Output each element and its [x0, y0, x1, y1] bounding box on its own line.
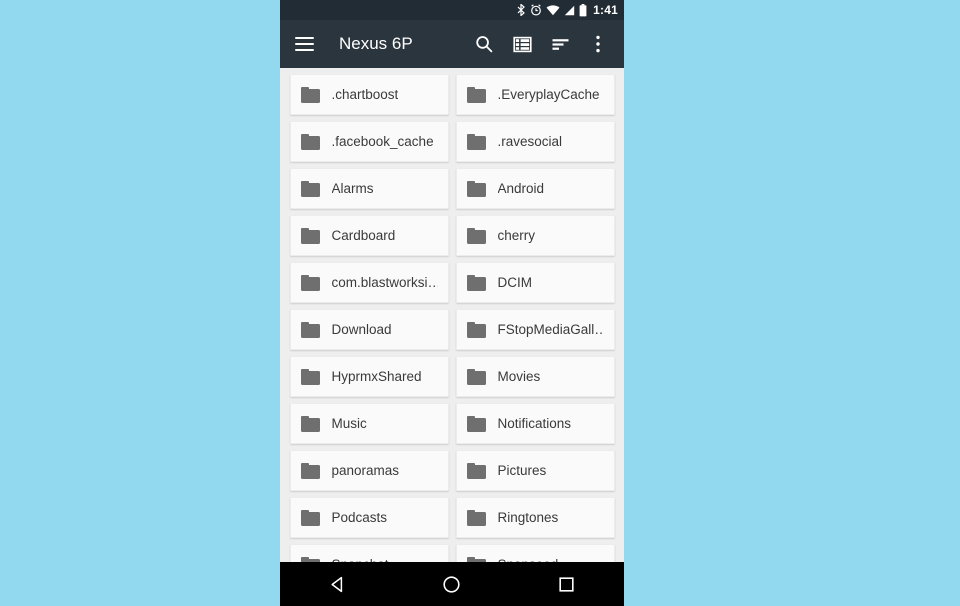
- status-bar: 1:41: [280, 0, 624, 20]
- file-name: .EveryplayCache: [497, 87, 600, 102]
- status-time: 1:41: [593, 3, 618, 17]
- view-list-icon[interactable]: [506, 28, 538, 60]
- file-tile[interactable]: Pictures: [455, 450, 615, 491]
- folder-icon: [300, 133, 321, 150]
- file-tile[interactable]: Snapchat: [289, 544, 449, 562]
- file-tile[interactable]: Podcasts: [289, 497, 449, 538]
- file-name: Notifications: [497, 416, 572, 431]
- back-icon[interactable]: [315, 562, 359, 606]
- file-name: Movies: [497, 369, 541, 384]
- file-name: Alarms: [331, 181, 374, 196]
- folder-icon: [466, 227, 487, 244]
- app-title: Nexus 6P: [339, 34, 413, 53]
- navigation-bar: [280, 562, 624, 606]
- folder-icon: [466, 321, 487, 338]
- app-bar: Nexus 6P: [280, 20, 624, 68]
- folder-icon: [300, 227, 321, 244]
- folder-icon: [300, 321, 321, 338]
- file-tile[interactable]: HyprmxShared: [289, 356, 449, 397]
- file-tile[interactable]: .EveryplayCache: [455, 74, 615, 115]
- folder-icon: [300, 274, 321, 291]
- file-name: .facebook_cache: [331, 134, 434, 149]
- folder-icon: [300, 368, 321, 385]
- folder-icon: [300, 509, 321, 526]
- file-name: Podcasts: [331, 510, 388, 525]
- file-name: .ravesocial: [497, 134, 563, 149]
- file-tile[interactable]: Music: [289, 403, 449, 444]
- file-name: Download: [331, 322, 392, 337]
- file-tile[interactable]: com.blastworksi…: [289, 262, 449, 303]
- sort-icon[interactable]: [544, 28, 576, 60]
- file-tile[interactable]: Snapseed: [455, 544, 615, 562]
- file-name: panoramas: [331, 463, 400, 478]
- file-name: FStopMediaGall…: [497, 322, 604, 337]
- file-tile[interactable]: Movies: [455, 356, 615, 397]
- alarm-icon: [530, 4, 542, 16]
- hamburger-icon[interactable]: [290, 30, 318, 58]
- folder-icon: [300, 415, 321, 432]
- file-tile[interactable]: cherry: [455, 215, 615, 256]
- file-name: Ringtones: [497, 510, 559, 525]
- folder-icon: [466, 86, 487, 103]
- folder-icon: [466, 415, 487, 432]
- signal-icon: [564, 5, 575, 16]
- file-tile[interactable]: .ravesocial: [455, 121, 615, 162]
- file-tile[interactable]: Download: [289, 309, 449, 350]
- wifi-icon: [546, 4, 560, 16]
- home-icon[interactable]: [430, 562, 474, 606]
- bluetooth-icon: [517, 4, 526, 16]
- file-name: com.blastworksi…: [331, 275, 438, 290]
- phone-screen: 1:41 Nexus 6P .chartboost .EveryplayCach…: [280, 0, 624, 606]
- folder-icon: [300, 556, 321, 562]
- file-tile[interactable]: DCIM: [455, 262, 615, 303]
- folder-icon: [300, 86, 321, 103]
- file-name: Pictures: [497, 463, 547, 478]
- folder-icon: [300, 180, 321, 197]
- folder-icon: [466, 274, 487, 291]
- file-name: Android: [497, 181, 545, 196]
- file-grid[interactable]: .chartboost .EveryplayCache .facebook_cach…: [280, 68, 624, 562]
- file-tile[interactable]: FStopMediaGall…: [455, 309, 615, 350]
- file-name: Cardboard: [331, 228, 396, 243]
- file-name: HyprmxShared: [331, 369, 422, 384]
- file-tile[interactable]: Ringtones: [455, 497, 615, 538]
- file-tile[interactable]: panoramas: [289, 450, 449, 491]
- file-tile[interactable]: Cardboard: [289, 215, 449, 256]
- folder-icon: [466, 180, 487, 197]
- battery-icon: [579, 3, 587, 17]
- folder-icon: [466, 462, 487, 479]
- file-tile[interactable]: .chartboost: [289, 74, 449, 115]
- folder-icon: [300, 462, 321, 479]
- overflow-menu-icon[interactable]: [582, 28, 614, 60]
- folder-icon: [466, 556, 487, 562]
- search-icon[interactable]: [468, 28, 500, 60]
- file-tile[interactable]: .facebook_cache: [289, 121, 449, 162]
- folder-icon: [466, 509, 487, 526]
- file-name: Music: [331, 416, 367, 431]
- file-tile[interactable]: Notifications: [455, 403, 615, 444]
- file-name: cherry: [497, 228, 536, 243]
- recents-icon[interactable]: [545, 562, 589, 606]
- folder-icon: [466, 133, 487, 150]
- file-name: .chartboost: [331, 87, 399, 102]
- folder-icon: [466, 368, 487, 385]
- file-tile[interactable]: Android: [455, 168, 615, 209]
- file-name: DCIM: [497, 275, 533, 290]
- file-tile[interactable]: Alarms: [289, 168, 449, 209]
